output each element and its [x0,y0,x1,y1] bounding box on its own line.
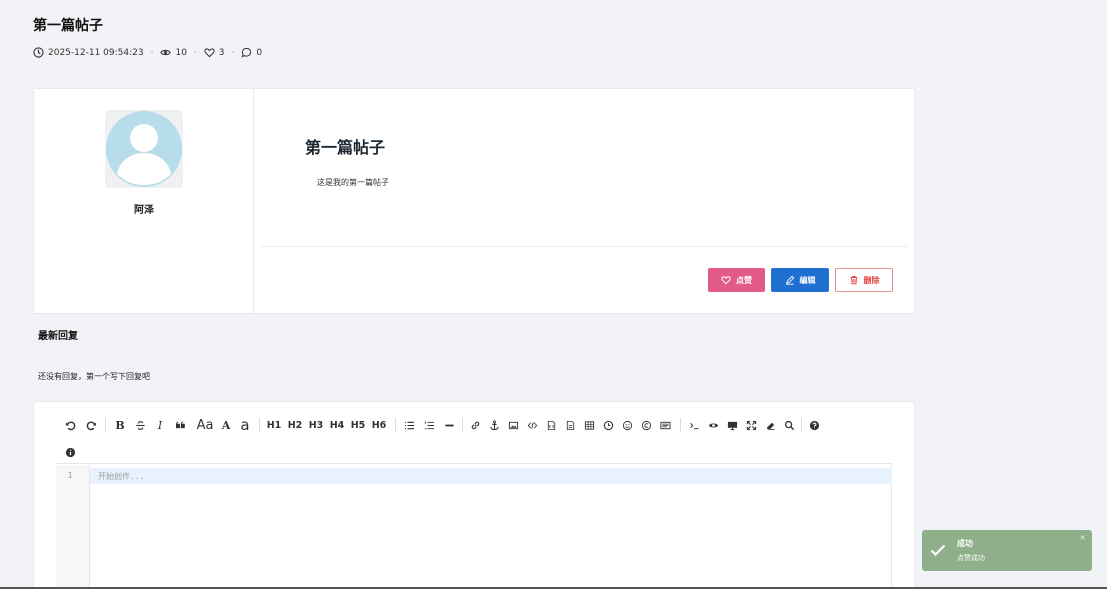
divider [261,246,908,247]
anchor-icon[interactable] [487,414,501,436]
reply-editor: B I Aa A a H1 H2 H3 H4 H5 H6 1 开始创作... [33,401,915,589]
file-icon[interactable] [563,414,577,436]
table-icon[interactable] [582,414,596,436]
eye-icon [160,49,172,56]
code-block-icon[interactable] [544,414,558,436]
preview-eye-icon[interactable] [706,414,720,436]
user-avatar-icon [106,111,182,187]
h4-button[interactable]: H4 [328,414,346,436]
h2-button[interactable]: H2 [286,414,304,436]
strikethrough-icon[interactable] [133,414,147,436]
h5-button[interactable]: H5 [349,414,367,436]
success-toast: 成功 点赞成功 × [922,530,1092,571]
like-button-label: 点赞 [736,275,752,285]
reply-input[interactable]: 开始创作... [90,465,892,589]
ordered-list-icon[interactable] [422,414,436,436]
active-line-highlight [90,468,892,484]
like-button[interactable]: 点赞 [708,268,765,292]
eraser-icon[interactable] [763,414,777,436]
empty-replies-text: 还没有回复，第一个写下回复吧 [38,372,150,381]
avatar[interactable] [105,110,183,188]
post-card: 阿泽 第一篇帖子 这是我的第一篇帖子 点赞 编辑 删除 [33,88,915,314]
page-title: 第一篇帖子 [33,18,103,34]
heart-icon [721,276,731,285]
info-icon[interactable] [62,441,78,463]
likes-count: 3 [218,47,225,58]
h6-button[interactable]: H6 [370,414,388,436]
emoji-icon[interactable] [620,414,634,436]
replies-heading: 最新回复 [38,331,78,342]
close-icon[interactable]: × [1079,533,1086,542]
font-a-button[interactable]: A [219,414,233,436]
h3-button[interactable]: H3 [307,414,325,436]
post-content-body: 这是我的第一篇帖子 [317,178,389,187]
font-a2-button[interactable]: a [238,414,252,436]
horizontal-rule-icon[interactable] [442,414,456,436]
image-icon[interactable] [506,414,520,436]
clock-icon [33,47,44,58]
italic-button[interactable]: I [153,414,167,436]
h1-button[interactable]: H1 [265,414,283,436]
pencil-icon [785,275,794,285]
post-meta: 2025-12-11 09:54:23 · 10 · 3 · 0 [33,47,262,58]
help-icon[interactable] [807,414,821,436]
copyright-icon[interactable] [639,414,653,436]
font-size-button[interactable]: Aa [194,414,216,436]
comments-count: 0 [256,47,263,58]
post-datetime: 2025-12-11 09:54:23 [48,47,144,58]
check-icon [930,544,946,557]
author-panel: 阿泽 [34,89,254,313]
monitor-icon[interactable] [725,414,739,436]
heart-icon [204,48,215,58]
edit-button[interactable]: 编辑 [771,268,829,292]
line-number: 1 [67,471,73,480]
quote-icon[interactable] [172,414,188,436]
delete-button[interactable]: 删除 [835,268,893,292]
redo-icon[interactable] [83,414,99,436]
code-icon[interactable] [525,414,539,436]
unordered-list-icon[interactable] [402,414,416,436]
link-icon[interactable] [468,414,482,436]
editor-placeholder: 开始创作... [98,472,145,481]
comment-icon [241,47,252,58]
toast-message: 点赞成功 [957,554,985,562]
post-content-title: 第一篇帖子 [305,138,386,157]
html-entity-icon[interactable] [658,414,672,436]
trash-icon [850,276,857,285]
editor-toolbar: B I Aa A a H1 H2 H3 H4 H5 H6 [56,414,892,464]
bold-button[interactable]: B [113,414,127,436]
toast-title: 成功 [957,539,973,548]
search-icon[interactable] [782,414,796,436]
views-count: 10 [175,47,187,58]
fullscreen-icon[interactable] [744,414,758,436]
author-name[interactable]: 阿泽 [34,201,254,216]
terminal-icon[interactable] [687,414,701,436]
delete-button-label: 删除 [863,275,880,285]
clock-icon[interactable] [601,414,615,436]
line-gutter: 1 [56,465,90,589]
edit-button-label: 编辑 [799,275,816,285]
undo-icon[interactable] [62,414,78,436]
